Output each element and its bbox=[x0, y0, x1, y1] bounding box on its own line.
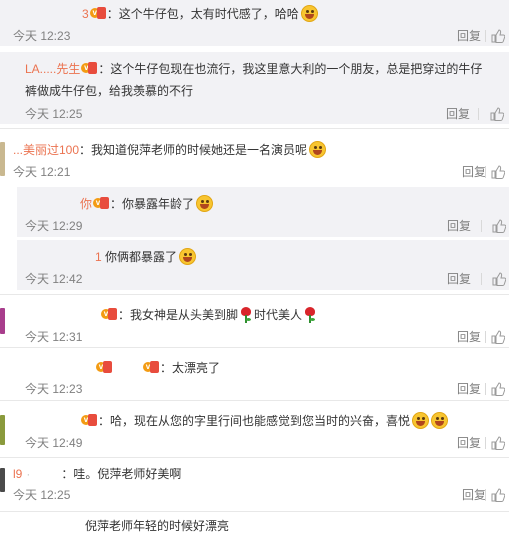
reply-button[interactable]: 回复 bbox=[446, 107, 470, 121]
comment-text: ：这个牛仔包现在也流行，我这里意大利的一个朋友，总是把穿过的牛仔 bbox=[98, 62, 483, 76]
reply-button[interactable]: 回复 bbox=[457, 29, 481, 43]
comment-line: 倪萍老师年轻的时候好漂亮 bbox=[85, 518, 229, 534]
comment-line: ...美丽过100：我知道倪萍老师的时候她还是一名演员呢 bbox=[13, 141, 327, 158]
reply-button[interactable]: 回复 bbox=[457, 330, 481, 344]
comment-time: 今天 12:31 bbox=[25, 330, 83, 344]
comment-text: ：哇。倪萍老师好美啊 bbox=[61, 467, 182, 481]
reply-button[interactable]: 回复 bbox=[462, 488, 486, 502]
separator bbox=[485, 331, 486, 343]
username[interactable]: 1 bbox=[95, 250, 102, 264]
username-blurred: · bbox=[26, 467, 32, 481]
separator bbox=[481, 220, 482, 232]
vip-badge-icon: v bbox=[101, 308, 117, 320]
comment-item: 3 v ：这个牛仔包，太有时代感了，哈哈 今天 12:23 回复 bbox=[0, 0, 509, 46]
comment-item: ...美丽过100：我知道倪萍老师的时候她还是一名演员呢 今天 12:21 回复 bbox=[0, 129, 509, 185]
separator bbox=[485, 489, 486, 501]
thumb-up-icon[interactable] bbox=[491, 488, 505, 502]
comment-line: 1 你俩都暴露了 bbox=[95, 248, 197, 265]
comment-line: v ：哈，现在从您的字里行间也能感觉到您当时的兴奋，喜悦 bbox=[80, 412, 449, 429]
comment-text: ：太漂亮了 bbox=[160, 361, 221, 375]
comment-item: LA.....先生 v ：这个牛仔包现在也流行，我这里意大利的一个朋友，总是把穿过的… bbox=[0, 52, 509, 124]
reply-button[interactable]: 回复 bbox=[462, 165, 486, 179]
smile-emoji-icon bbox=[431, 412, 449, 429]
thumb-up-icon[interactable] bbox=[491, 436, 505, 450]
username[interactable]: 你 bbox=[80, 197, 92, 211]
thumb-up-icon[interactable] bbox=[491, 165, 505, 179]
comment-time: 今天 12:25 bbox=[13, 488, 71, 502]
comment-item: 倪萍老师年轻的时候好漂亮 bbox=[0, 512, 509, 539]
comment-item: 你 v ：你暴露年龄了 今天 12:29 回复 bbox=[17, 187, 509, 237]
comment-text: 你俩都暴露了 bbox=[105, 250, 178, 264]
laugh-emoji-icon bbox=[179, 248, 197, 265]
comment-item: v ：我女神是从头美到脚 时代美人 今天 12:31 回复 bbox=[0, 295, 509, 347]
vip-badge-icon: v bbox=[93, 197, 110, 209]
comment-text: ：哈，现在从您的字里行间也能感觉到您当时的兴奋，喜悦 bbox=[98, 414, 411, 428]
thumb-up-icon[interactable] bbox=[491, 29, 505, 43]
smile-emoji-icon bbox=[412, 412, 430, 429]
comment-line: 你 v ：你暴露年龄了 bbox=[80, 195, 214, 212]
thumb-up-icon[interactable] bbox=[492, 219, 506, 233]
reply-button[interactable]: 回复 bbox=[447, 219, 471, 233]
separator bbox=[481, 273, 482, 285]
thumb-up-icon[interactable] bbox=[490, 107, 504, 121]
laugh-emoji-icon bbox=[309, 141, 327, 158]
reply-button[interactable]: 回复 bbox=[457, 436, 481, 450]
separator bbox=[485, 383, 486, 395]
vip-badge-icon: v bbox=[96, 361, 112, 373]
comment-time: 今天 12:29 bbox=[25, 219, 83, 233]
username[interactable]: LA.....先生 bbox=[25, 62, 80, 76]
comment-text: ：我知道倪萍老师的时候她还是一名演员呢 bbox=[79, 143, 308, 157]
username[interactable]: 3 bbox=[82, 7, 89, 21]
comment-time: 今天 12:23 bbox=[13, 29, 71, 43]
thumb-up-icon[interactable] bbox=[491, 330, 505, 344]
comment-line: v v ：太漂亮了 bbox=[95, 360, 220, 376]
comment-time: 今天 12:42 bbox=[25, 272, 83, 286]
vip-badge-icon: v bbox=[81, 414, 97, 426]
comment-line: LA.....先生 v ：这个牛仔包现在也流行，我这里意大利的一个朋友，总是把穿过的… bbox=[25, 61, 482, 77]
comment-text: ：我女神是从头美到脚 bbox=[118, 308, 239, 322]
comment-text: ：这个牛仔包，太有时代感了，哈哈 bbox=[106, 7, 299, 21]
vip-badge-icon: v bbox=[81, 62, 98, 74]
rose-icon bbox=[304, 307, 316, 323]
separator bbox=[485, 30, 486, 42]
username[interactable]: l9 bbox=[13, 467, 22, 481]
comment-time: 今天 12:49 bbox=[25, 436, 83, 450]
separator bbox=[485, 437, 486, 449]
smile-emoji-icon bbox=[196, 195, 214, 212]
comment-line-2: 裤做成牛仔包，给我羡慕的不行 bbox=[25, 84, 194, 98]
comment-item: l9 · ：哇。倪萍老师好美啊 今天 12:25 回复 bbox=[0, 458, 509, 510]
comment-item: v ：哈，现在从您的字里行间也能感觉到您当时的兴奋，喜悦 今天 12:49 回复 bbox=[0, 401, 509, 453]
comment-line: v ：我女神是从头美到脚 时代美人 bbox=[100, 307, 318, 323]
username[interactable]: ...美丽过100 bbox=[13, 143, 79, 157]
comment-item: v v ：太漂亮了 今天 12:23 回复 bbox=[0, 348, 509, 399]
vip-badge-icon: v bbox=[143, 361, 159, 373]
comment-text: ：你暴露年龄了 bbox=[110, 197, 195, 211]
comment-time: 今天 12:21 bbox=[13, 165, 71, 179]
reply-button[interactable]: 回复 bbox=[447, 272, 471, 286]
laugh-emoji-icon bbox=[300, 5, 318, 22]
vip-badge-icon: v bbox=[89, 7, 106, 19]
comment-text: 倪萍老师年轻的时候好漂亮 bbox=[85, 519, 230, 533]
comment-text-mid: 时代美人 bbox=[254, 308, 303, 322]
rose-icon bbox=[240, 307, 252, 323]
comment-time: 今天 12:25 bbox=[25, 107, 83, 121]
reply-button[interactable]: 回复 bbox=[457, 382, 481, 396]
thumb-up-icon[interactable] bbox=[492, 272, 506, 286]
separator bbox=[478, 108, 479, 120]
comment-time: 今天 12:23 bbox=[25, 382, 83, 396]
comment-line: 3 v ：这个牛仔包，太有时代感了，哈哈 bbox=[82, 5, 318, 22]
comment-item: 1 你俩都暴露了 今天 12:42 回复 bbox=[17, 240, 509, 290]
separator bbox=[485, 166, 486, 178]
thumb-up-icon[interactable] bbox=[491, 382, 505, 396]
comment-line: l9 · ：哇。倪萍老师好美啊 bbox=[13, 466, 181, 482]
